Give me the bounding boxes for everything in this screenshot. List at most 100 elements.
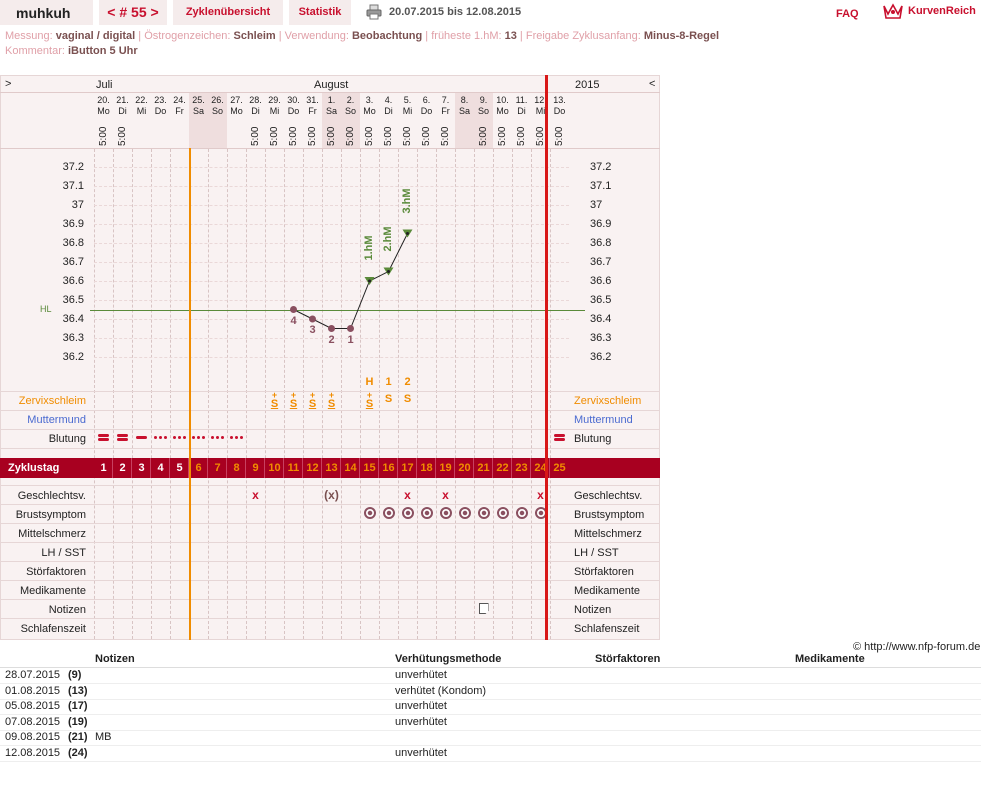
note-cycle-day: (9) [68,669,82,681]
row-label: Medikamente [19,585,86,597]
mucus-letter: S [270,398,279,410]
meta-label: Kommentar: [5,45,65,57]
bleeding-light-icon[interactable] [170,434,189,442]
note-date: 01.08.2015 [5,684,61,697]
meta-separator: | [422,30,432,42]
row-label-right-muttermund: Muttermund [574,414,633,426]
row-label-right: Notizen [574,604,612,616]
mucus-letter: S [327,398,336,410]
note-method: verhütet (Kondom) [395,684,487,697]
breast-symptom-icon[interactable] [496,507,509,519]
temp-point[interactable] [347,325,354,332]
breast-symptom-icon[interactable] [401,507,414,519]
cycle-day-number: 9 [252,462,259,474]
breast-symptom-icon[interactable] [458,507,471,519]
mucus-symbol[interactable]: + S [284,391,303,410]
bleeding-heavy-icon[interactable] [113,434,132,442]
breast-symptom-icon[interactable] [439,507,452,519]
high-temp-label: 2.hM [381,225,394,252]
breast-symptom-icon[interactable] [515,507,528,519]
cycle-day-number: 4 [157,462,164,474]
mucus-letter: S [308,398,317,410]
breast-symptom-icon[interactable] [382,507,395,519]
cycle-day-number: 18 [420,462,433,474]
bleeding-light-icon[interactable] [151,434,170,442]
note-cycle-day: (13) [68,684,88,697]
intercourse-mark[interactable]: (x) [322,488,341,502]
notes-row-line [0,698,981,700]
cycle-day-number: 5 [176,462,183,474]
notes-row-line [0,729,981,731]
note-date: 12.08.2015 [5,746,61,759]
row-separator [0,542,660,543]
mucus-symbol[interactable]: + S [360,391,379,410]
bleeding-heavy-icon[interactable] [550,434,569,442]
cycle-day-number: 8 [233,462,240,474]
intercourse-mark[interactable]: x [246,488,265,502]
row-label: Schlafenszeit [20,623,86,635]
print-icon[interactable] [366,4,382,20]
mucus-symbol[interactable]: + S [303,391,322,410]
cycle-day-number: 19 [439,462,452,474]
temp-point [368,279,371,283]
temp-point [387,270,390,273]
bleeding-light-icon[interactable] [189,434,208,442]
notes-header: Verhütungsmethode [395,653,502,665]
cycle-navigator[interactable]: < # 55 > [99,0,167,25]
cycle-day-number: 22 [496,462,509,474]
note-text: MB [95,731,112,743]
meta-value: 13 [504,30,517,42]
cycle-day-number: 16 [382,462,395,474]
mucus-symbol[interactable]: + S [265,391,284,410]
temp-point[interactable] [290,306,297,313]
notes-header-line [0,667,981,668]
cycle-day-number: 13 [325,462,338,474]
temp-point[interactable] [309,315,316,323]
mucus-symbol[interactable]: S [398,394,417,405]
cycle-day-number: 17 [401,462,414,474]
cycle-day-number: 1 [100,462,107,474]
copyright: © http://www.nfp-forum.de [853,641,981,653]
note-cycle-day: (17) [68,700,88,712]
meta-label: Östrogenzeichen: [144,30,231,42]
bleeding-light-icon[interactable] [208,434,227,442]
mucus-symbol[interactable]: + S [322,391,341,410]
temp-point[interactable] [328,325,335,332]
low-temp-number: 2 [328,333,335,346]
intercourse-mark[interactable]: x [436,488,455,502]
faq-link[interactable]: FAQ [836,8,859,20]
tab-statistik[interactable]: Statistik [289,0,351,25]
meta-line-1: Messung: vaginal / digital | Östrogenzei… [5,30,719,42]
row-label-right-zervixschleim: Zervixschleim [574,395,642,407]
meta-label: Freigabe Zyklusanfang: [525,30,641,42]
mucus-symbol[interactable]: S [379,394,398,405]
username: muhkuh [0,0,93,25]
row-separator [0,429,660,430]
cycle-day-number: 25 [553,462,566,474]
breast-symptom-icon[interactable] [420,507,433,519]
tab-zyklenuebersicht[interactable]: Zyklenübersicht [173,0,283,25]
cycle-start-line [189,148,191,640]
breast-symptom-icon[interactable] [477,507,490,519]
peak-day-mark: H [365,376,374,388]
row-label: Brustsymptom [15,509,86,521]
row-label: Mittelschmerz [18,528,86,540]
kurvenreich-logo[interactable]: KurvenReich [880,2,981,22]
intercourse-mark[interactable]: x [398,488,417,502]
row-separator [0,580,660,581]
bleeding-light-icon[interactable] [227,434,246,442]
notes-row-line [0,745,981,746]
bleeding-medium-icon[interactable] [132,434,151,442]
low-temp-number: 1 [347,333,354,346]
row-label-right: Schlafenszeit [574,623,640,635]
cycle-day-number: 10 [268,462,281,474]
notes-header: Medikamente [795,653,865,665]
mucus-letter: S [365,398,374,410]
bleeding-heavy-icon[interactable] [94,434,113,442]
cycle-day-number: 14 [344,462,357,474]
row-separator [0,448,660,449]
note-icon[interactable] [478,603,489,614]
row-label-muttermund: Muttermund [27,414,86,426]
note-date: 28.07.2015 [5,669,61,681]
breast-symptom-icon[interactable] [363,507,376,519]
